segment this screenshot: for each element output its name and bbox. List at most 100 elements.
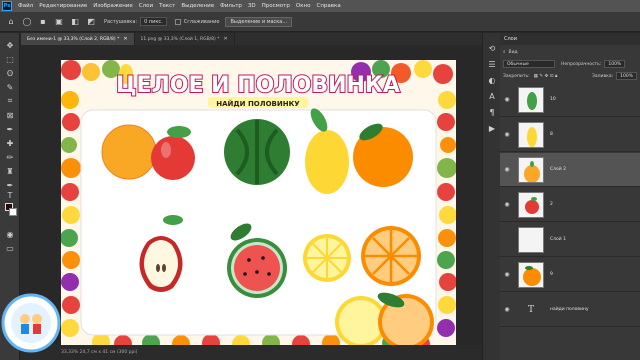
channel-logo-watermark bbox=[1, 293, 61, 353]
antialias-label: Сглаживание bbox=[183, 18, 220, 25]
text-layer-icon: T bbox=[527, 304, 534, 315]
play-actions-icon[interactable]: ▶ bbox=[487, 123, 497, 133]
menu-type[interactable]: Текст bbox=[156, 3, 178, 9]
lock-icon[interactable]: ▦ ✎ ✥ ⊡ 🔒︎ bbox=[534, 73, 558, 79]
feather-label: Растушевка: bbox=[104, 18, 138, 25]
layer-thumbnail bbox=[518, 121, 544, 148]
layer-row[interactable]: Слой 1 bbox=[500, 223, 640, 257]
lock-label: Закрепить: bbox=[503, 73, 530, 79]
history-icon[interactable]: ⟲ bbox=[487, 43, 497, 53]
artwork-image: ЦЕЛОЕ И ПОЛОВИНКА НАЙДИ ПОЛОВИНКУ bbox=[61, 60, 456, 345]
lasso-icon[interactable]: ʘ bbox=[3, 67, 17, 79]
adjustments-icon[interactable]: ◐ bbox=[487, 75, 497, 85]
layer-row[interactable]: ◉ 2 bbox=[500, 188, 640, 222]
lock-row: Закрепить: ▦ ✎ ✥ ⊡ 🔒︎ Заливка: 100% bbox=[503, 71, 637, 81]
layer-thumbnail bbox=[518, 86, 544, 113]
antialias-checkbox[interactable] bbox=[174, 18, 181, 25]
document-tabs: Без имени-1 @ 33,3% (Слой 2, RGB/8) * ✕ … bbox=[21, 33, 482, 45]
menu-select[interactable]: Выделение bbox=[178, 3, 217, 9]
menu-bar: Ps Файл Редактирование Изображение Слои … bbox=[0, 0, 640, 12]
menu-3d[interactable]: 3D bbox=[245, 3, 259, 9]
layer-row[interactable]: ◉ 9 bbox=[500, 258, 640, 292]
layer-filter-row: ⌕ Вид bbox=[503, 47, 637, 57]
artwork-subtitle: НАЙДИ ПОЛОВИНКУ bbox=[216, 99, 300, 108]
layer-row[interactable]: ◉ 10 bbox=[500, 83, 640, 117]
intersect-selection-icon[interactable]: ◩ bbox=[86, 17, 96, 27]
close-icon[interactable]: ✕ bbox=[223, 36, 227, 42]
layer-name[interactable]: 10 bbox=[550, 97, 556, 102]
quick-select-icon[interactable]: ✎ bbox=[3, 81, 17, 93]
layer-name[interactable]: 9 bbox=[550, 272, 553, 277]
visibility-eye-icon[interactable]: ◉ bbox=[500, 96, 514, 103]
layer-row-selected[interactable]: ◉ Слой 2 bbox=[500, 153, 640, 187]
filter-search-icon: ⌕ bbox=[503, 50, 506, 55]
layer-name[interactable]: 2 bbox=[550, 202, 553, 207]
feather-input[interactable]: 0 пикс. bbox=[140, 17, 167, 26]
paragraph-icon[interactable]: ¶ bbox=[487, 107, 497, 117]
photoshop-logo[interactable]: Ps bbox=[2, 1, 12, 11]
crop-tool-icon[interactable]: ⌗ bbox=[3, 95, 17, 107]
canvas-area[interactable]: ЦЕЛОЕ И ПОЛОВИНКА НАЙДИ ПОЛОВИНКУ bbox=[21, 45, 482, 345]
status-bar: 33,33% 24,7 см x 41 см (300 ppi) bbox=[21, 345, 482, 360]
stamp-tool-icon[interactable]: ♜ bbox=[3, 165, 17, 177]
layer-name[interactable]: Слой 1 bbox=[550, 237, 566, 242]
menu-layer[interactable]: Слои bbox=[136, 3, 156, 9]
frame-tool-icon[interactable]: ⊠ bbox=[3, 109, 17, 121]
layer-row[interactable]: ◉ T найди половину bbox=[500, 293, 640, 327]
blend-row: Обычные Непрозрачность: 100% bbox=[503, 59, 637, 69]
eyedropper-icon[interactable]: ✒ bbox=[3, 123, 17, 135]
layers-tab-label: Слои bbox=[504, 36, 517, 42]
add-selection-icon[interactable]: ▣ bbox=[54, 17, 64, 27]
menu-help[interactable]: Справка bbox=[313, 3, 343, 9]
fill-label: Заливка: bbox=[592, 73, 614, 79]
opacity-input[interactable]: 100% bbox=[604, 60, 626, 68]
quick-mask-icon[interactable]: ◉ bbox=[3, 228, 17, 240]
blend-mode-select[interactable]: Обычные bbox=[503, 60, 555, 68]
menu-edit[interactable]: Редактирование bbox=[36, 3, 90, 9]
tab-label: 11.png @ 33,3% (Слой 1, RGB/8) * bbox=[140, 36, 220, 42]
menu-window[interactable]: Окно bbox=[293, 3, 314, 9]
marquee-tool-icon[interactable]: ⬚ bbox=[3, 53, 17, 65]
layer-thumbnail bbox=[518, 156, 544, 183]
screen-mode-icon[interactable]: ▭ bbox=[3, 242, 17, 254]
text-panel-icon[interactable]: A bbox=[487, 91, 497, 101]
home-icon[interactable]: ⌂ bbox=[6, 17, 16, 27]
options-bar: ⌂ ◯ ▪ ▣ ◧ ◩ Растушевка: 0 пикс. Сглажива… bbox=[0, 12, 640, 32]
new-selection-icon[interactable]: ▪ bbox=[38, 17, 48, 27]
visibility-eye-icon[interactable]: ◉ bbox=[500, 201, 514, 208]
visibility-eye-icon[interactable]: ◉ bbox=[500, 166, 514, 173]
menu-file[interactable]: Файл bbox=[15, 3, 36, 9]
layer-row[interactable]: ◉ 8 bbox=[500, 118, 640, 152]
layer-thumbnail bbox=[518, 191, 544, 218]
brush-tool-icon[interactable]: ✏ bbox=[3, 151, 17, 163]
healing-brush-icon[interactable]: ✚ bbox=[3, 137, 17, 149]
close-icon[interactable]: ✕ bbox=[123, 36, 127, 42]
tab-document-2[interactable]: 11.png @ 33,3% (Слой 1, RGB/8) * ✕ bbox=[135, 33, 235, 45]
tab-document-1[interactable]: Без имени-1 @ 33,3% (Слой 2, RGB/8) * ✕ bbox=[21, 33, 135, 45]
select-and-mask-button[interactable]: Выделение и маска... bbox=[225, 16, 293, 27]
layers-tab[interactable]: Слои bbox=[500, 33, 640, 45]
menu-filter[interactable]: Фильтр bbox=[217, 3, 245, 9]
lasso-tool-icon[interactable]: ◯ bbox=[22, 17, 32, 27]
status-text: 33,33% 24,7 см x 41 см (300 ppi) bbox=[61, 350, 138, 355]
menu-image[interactable]: Изображение bbox=[90, 3, 136, 9]
visibility-eye-icon[interactable]: ◉ bbox=[500, 271, 514, 278]
layer-thumbnail bbox=[518, 261, 544, 288]
artwork-title: ЦЕЛОЕ И ПОЛОВИНКА bbox=[116, 73, 400, 98]
document-canvas[interactable]: ЦЕЛОЕ И ПОЛОВИНКА НАЙДИ ПОЛОВИНКУ bbox=[61, 60, 456, 345]
layer-name[interactable]: 8 bbox=[550, 132, 553, 137]
visibility-eye-icon[interactable]: ◉ bbox=[500, 131, 514, 138]
visibility-eye-icon[interactable]: ◉ bbox=[500, 306, 514, 313]
subtract-selection-icon[interactable]: ◧ bbox=[70, 17, 80, 27]
layer-name[interactable]: Слой 2 bbox=[550, 167, 566, 172]
menu-view[interactable]: Просмотр bbox=[259, 3, 293, 9]
layer-name[interactable]: найди половину bbox=[550, 307, 589, 312]
layers-panel: Слои ⌕ Вид Обычные Непрозрачность: 100% … bbox=[500, 33, 640, 360]
move-tool-icon[interactable]: ✥ bbox=[3, 39, 17, 51]
filter-kind-label[interactable]: Вид bbox=[509, 50, 518, 55]
text-tool-icon[interactable]: T bbox=[3, 189, 17, 201]
panel-dock: ⟲ ☰ ◐ A ¶ ▶ bbox=[482, 33, 500, 360]
background-color-swatch[interactable] bbox=[9, 208, 17, 216]
fill-input[interactable]: 100% bbox=[616, 72, 637, 80]
properties-icon[interactable]: ☰ bbox=[487, 59, 497, 69]
